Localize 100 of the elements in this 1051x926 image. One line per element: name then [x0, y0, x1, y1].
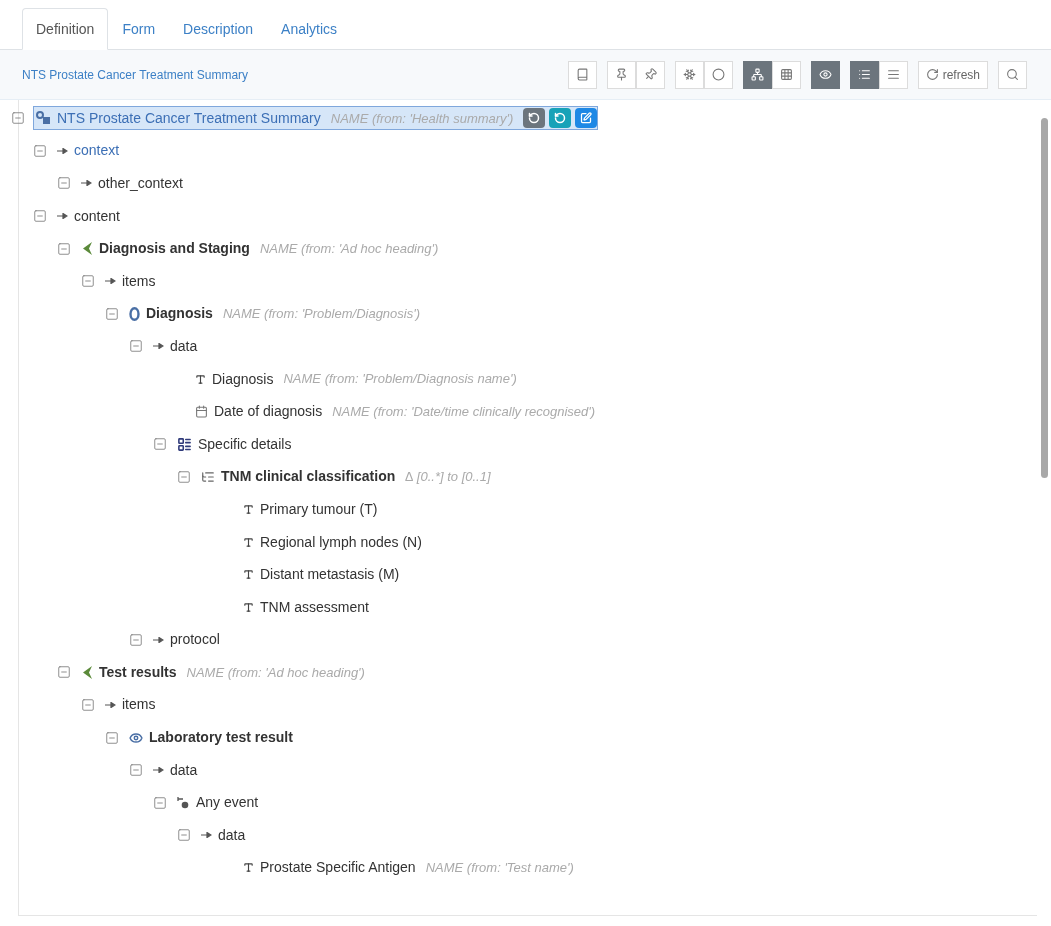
hierarchy-icon: [750, 68, 764, 81]
tree-node[interactable]: protocol: [151, 629, 222, 651]
arrow-icon: [57, 213, 68, 220]
text-type-icon: [243, 503, 254, 515]
tree-node[interactable]: Any event: [175, 792, 261, 814]
node-label: items: [122, 695, 156, 715]
circle-icon: [711, 68, 725, 81]
tree-node[interactable]: TNM clinical classification ∆ [0..*] to [0..1]: [199, 466, 493, 488]
refresh-button[interactable]: refresh: [917, 60, 988, 89]
collapse-toggle[interactable]: [129, 339, 143, 354]
arrow-icon: [153, 767, 164, 774]
node-label: data: [218, 825, 246, 845]
tree-node[interactable]: Test results NAME (from: 'Ad hoc heading'): [79, 661, 367, 683]
tree-node[interactable]: Diagnosis NAME (from: 'Problem/Diagnosis name'): [193, 368, 519, 390]
tree-node[interactable]: items: [103, 270, 158, 292]
tree-node[interactable]: content: [55, 205, 122, 227]
collapse-toggle[interactable]: [81, 698, 95, 712]
node-label: Date of diagnosis: [214, 402, 323, 422]
tree-node[interactable]: data: [151, 335, 200, 357]
collapse-toggle[interactable]: [81, 274, 95, 289]
collapse-toggle[interactable]: [153, 795, 167, 810]
node-annotation: NAME (from: 'Ad hoc heading'): [186, 663, 365, 682]
pin-icon: [614, 68, 628, 81]
node-label: Diagnosis: [212, 369, 274, 389]
tree-node[interactable]: Distant metastasis (M): [241, 564, 402, 586]
arrow-icon: [153, 636, 164, 643]
collapse-toggle[interactable]: [11, 111, 25, 126]
edit-button[interactable]: [575, 108, 598, 129]
undo-icon: [528, 112, 541, 125]
node-annotation: ∆ [0..*] to [0..1]: [405, 468, 491, 487]
tree-node[interactable]: other_context: [79, 173, 185, 194]
tree-node[interactable]: context: [55, 140, 122, 162]
node-label: items: [122, 271, 156, 291]
arrow-icon: [105, 278, 116, 285]
text-type-icon: [243, 601, 254, 613]
lines-icon: [886, 68, 900, 81]
eye-icon: [818, 68, 832, 81]
collapse-toggle[interactable]: [57, 665, 71, 680]
tree-node[interactable]: Date of diagnosis NAME (from: 'Date/time clinically recognised'): [193, 401, 598, 423]
tree-node[interactable]: data: [151, 759, 200, 781]
toolbar-button[interactable]: [810, 60, 840, 89]
tree-node[interactable]: items: [103, 694, 158, 716]
collapse-toggle[interactable]: [105, 306, 119, 321]
tree-node[interactable]: Primary tumour (T): [241, 498, 380, 520]
tab[interactable]: Analytics: [267, 8, 352, 50]
collapse-toggle[interactable]: [33, 143, 47, 158]
node-annotation: NAME (from: 'Test name'): [425, 859, 574, 878]
capsule-icon: [129, 306, 140, 321]
refresh-icon: [925, 68, 939, 81]
collapse-toggle[interactable]: [33, 209, 47, 224]
toolbar-button[interactable]: [849, 60, 879, 89]
collapse-toggle[interactable]: [177, 469, 191, 484]
tree-node[interactable]: Laboratory test result: [127, 727, 295, 749]
grid-icon: [779, 68, 793, 81]
node-label: protocol: [170, 630, 220, 650]
arrow-icon: [201, 832, 212, 839]
chevron-icon: [81, 665, 93, 679]
node-label: Regional lymph nodes (N): [260, 532, 422, 552]
arrow-icon: [153, 343, 164, 350]
collapse-toggle[interactable]: [129, 632, 143, 647]
collapse-toggle[interactable]: [177, 828, 191, 843]
node-annotation: NAME (from: 'Ad hoc heading'): [259, 239, 439, 258]
tree-node[interactable]: Diagnosis NAME (from: 'Problem/Diagnosis'): [127, 303, 423, 325]
collapse-toggle[interactable]: [153, 437, 167, 452]
node-label: Distant metastasis (M): [260, 565, 400, 585]
arrow-icon: [105, 702, 116, 708]
tab[interactable]: Description: [169, 8, 268, 50]
arrow-icon: [81, 180, 92, 187]
node-label: Prostate Specific Antigen: [260, 858, 416, 878]
tree-node[interactable]: Prostate Specific Antigen NAME (from: 'Test name'): [241, 857, 576, 879]
node-label: Primary tumour (T): [260, 499, 378, 519]
text-type-icon: [243, 862, 254, 874]
node-label: TNM clinical classification: [221, 467, 396, 487]
collapse-toggle[interactable]: [129, 763, 143, 778]
tab[interactable]: Form: [108, 8, 170, 50]
selected-node-highlight[interactable]: NTS Prostate Cancer Treatment Summary NAME (from: 'Health summary'): [33, 106, 599, 131]
collapse-toggle[interactable]: [57, 241, 71, 256]
edit-icon: [580, 112, 593, 125]
tree-node[interactable]: TNM assessment: [241, 596, 371, 618]
text-type-icon: [243, 569, 254, 581]
cluster-icon: [201, 469, 215, 484]
collapse-toggle[interactable]: [57, 176, 71, 191]
snowflake-icon: [682, 68, 696, 81]
tab[interactable]: Definition: [22, 8, 109, 50]
undo-button[interactable]: [549, 108, 572, 129]
collapse-toggle[interactable]: [105, 730, 119, 745]
tree-node[interactable]: Specific details: [175, 433, 294, 455]
book-icon: [575, 68, 589, 81]
arrow-icon: [57, 147, 68, 154]
node-label: data: [170, 760, 198, 780]
tree-node[interactable]: Regional lymph nodes (N): [241, 531, 424, 553]
node-label: Diagnosis: [146, 304, 213, 324]
tree-node[interactable]: data: [199, 824, 248, 846]
toolbar-button[interactable]: [742, 60, 772, 89]
node-label: other_context: [98, 174, 183, 193]
node-label: context: [74, 141, 120, 161]
search-icon: [1006, 68, 1019, 81]
event-icon: [177, 796, 190, 810]
undo-button[interactable]: [523, 108, 546, 129]
tree-node[interactable]: Diagnosis and Staging NAME (from: 'Ad hoc heading'): [79, 238, 441, 260]
